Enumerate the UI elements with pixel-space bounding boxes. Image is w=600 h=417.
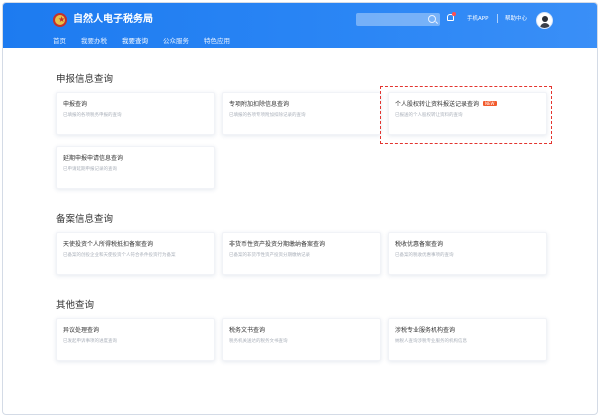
card-special-deduction-query[interactable]: 专项附加扣除信息查询 已填报的各项专项附加扣除记录的查询 (222, 92, 381, 135)
avatar-head (542, 16, 548, 22)
card-declaration-query[interactable]: 申报查询 已填报的各项税务申报的查询 (56, 92, 215, 135)
card-desc: 纳税人查询涉税专业服务的机构信息 (395, 339, 467, 344)
avatar[interactable] (536, 12, 553, 29)
help-center-link[interactable]: 帮助中心 (505, 15, 527, 23)
main-nav: 首页 我要办税 我要查询 公众服务 特色应用 (53, 37, 245, 50)
top-header: ★ 自然人电子税务局 首页 我要办税 我要查询 公众服务 特色应用 手机APP … (3, 3, 597, 50)
card-title: 延期申报申请信息查询 (63, 155, 124, 162)
nav-tax-handling[interactable]: 我要办税 (81, 37, 107, 48)
card-desc: 已备案的税收优惠事项的查询 (395, 253, 454, 258)
notification-dot (452, 12, 456, 16)
section-title-declaration: 申报信息查询 (56, 74, 114, 85)
nav-public-service[interactable]: 公众服务 (163, 37, 189, 48)
app-window: ★ 自然人电子税务局 首页 我要办税 我要查询 公众服务 特色应用 手机APP … (2, 2, 598, 415)
card-non-monetary-asset-query[interactable]: 非货币性资产投资分期缴纳备案查询 已备案的非货币性资产投资分期缴纳记录 (222, 232, 381, 275)
card-angel-investment-query[interactable]: 天使投资个人所得税抵扣备案查询 已备案的创投企业和天使投资个人符合条件投资行为备… (56, 232, 215, 275)
nav-featured-apps[interactable]: 特色应用 (204, 37, 230, 48)
site-title[interactable]: 自然人电子税务局 (73, 13, 153, 27)
section-title-other: 其他查询 (56, 300, 95, 311)
card-tax-document-query[interactable]: 税务文书查询 税务机关送达的税务文书查询 (222, 318, 381, 361)
card-desc: 已备案的创投企业和天使投资个人符合条件投资行为备案 (63, 253, 176, 258)
header-divider (497, 14, 498, 23)
card-title: 税收优惠备案查询 (395, 241, 444, 248)
card-desc: 已发起申诉事项的进度查询 (63, 339, 117, 344)
search-icon[interactable] (428, 15, 436, 23)
card-desc: 已申请延期申报记录的查询 (63, 167, 117, 172)
card-title: 税务文书查询 (229, 327, 266, 334)
search-input[interactable] (356, 13, 440, 26)
avatar-body (540, 23, 550, 28)
card-title: 非货币性资产投资分期缴纳备案查询 (229, 241, 326, 248)
mobile-app-link[interactable]: 手机APP (467, 15, 488, 23)
nav-query[interactable]: 我要查询 (121, 37, 149, 50)
nav-home[interactable]: 首页 (53, 37, 66, 48)
card-title: 专项附加扣除信息查询 (229, 101, 290, 108)
card-desc: 已填报的各项专项附加扣除记录的查询 (229, 113, 306, 118)
card-tax-agency-query[interactable]: 涉税专业服务机构查询 纳税人查询涉税专业服务的机构信息 (388, 318, 547, 361)
card-objection-query[interactable]: 异议处理查询 已发起申诉事项的进度查询 (56, 318, 215, 361)
card-title: 异议处理查询 (63, 327, 100, 334)
card-deferred-declaration-query[interactable]: 延期申报申请信息查询 已申请延期申报记录的查询 (56, 146, 215, 189)
card-desc: 已备案的非货币性资产投资分期缴纳记录 (229, 253, 310, 258)
tax-emblem-icon: ★ (53, 13, 67, 27)
highlight-frame (380, 86, 552, 144)
card-desc: 税务机关送达的税务文书查询 (229, 339, 288, 344)
card-desc: 已填报的各项税务申报的查询 (63, 113, 122, 118)
card-tax-preference-query[interactable]: 税收优惠备案查询 已备案的税收优惠事项的查询 (388, 232, 547, 275)
section-title-filing: 备案信息查询 (56, 214, 114, 225)
card-title: 涉税专业服务机构查询 (395, 327, 456, 334)
card-title: 申报查询 (63, 101, 88, 108)
card-title: 天使投资个人所得税抵扣备案查询 (63, 241, 154, 248)
bell-icon[interactable] (446, 12, 456, 23)
